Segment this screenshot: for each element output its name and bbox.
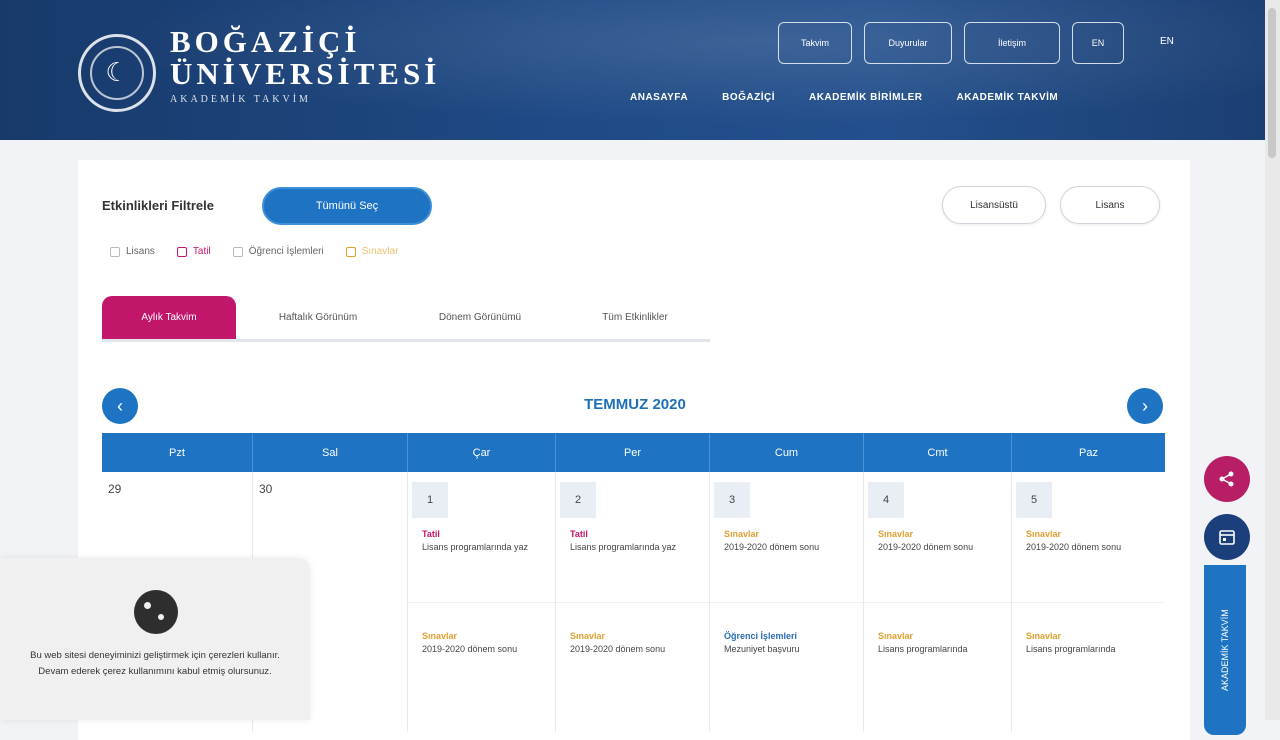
day-number: 3 bbox=[714, 482, 750, 518]
side-calendar-tab[interactable]: AKADEMİK TAKVİM bbox=[1204, 565, 1246, 735]
calendar-day[interactable]: 2 Tatil Lisans programlarında yaz Sınavl… bbox=[556, 472, 710, 732]
nav-item-home[interactable]: ANASAYFA bbox=[630, 92, 688, 103]
tab-weekly[interactable]: Haftalık Görünüm bbox=[236, 296, 400, 339]
weekday-mon: Pzt bbox=[102, 433, 253, 472]
filter-label: Etkinlikleri Filtrele bbox=[102, 198, 214, 213]
category-checkboxes: Lisans Tatil Öğrenci İşlemleri Sınavlar bbox=[110, 246, 398, 257]
top-button-4[interactable]: EN bbox=[1072, 22, 1124, 64]
checkbox-tatil[interactable]: Tatil bbox=[176, 246, 211, 257]
cookie-consent-text: Bu web sitesi deneyiminizi geliştirmek i… bbox=[30, 650, 280, 677]
calendar-event[interactable]: Sınavlar 2019-2020 dönem sonu bbox=[570, 630, 698, 656]
calendar-day[interactable]: 1 Tatil Lisans programlarında yaz Sınavl… bbox=[408, 472, 556, 732]
logo-line-3: AKADEMİK TAKVİM bbox=[170, 94, 311, 105]
weekday-sun: Paz bbox=[1079, 446, 1098, 459]
day-number: 4 bbox=[868, 482, 904, 518]
top-button-2[interactable]: Duyurular bbox=[864, 22, 952, 64]
logo-line-2: ÜNİVERSİTESİ bbox=[170, 56, 441, 91]
weekday-sat: Cmt bbox=[864, 433, 1012, 472]
weekday-wed: Çar bbox=[408, 433, 556, 472]
calendar-event[interactable]: Öğrenci İşlemleri Mezuniyet başvuru bbox=[724, 630, 852, 656]
scrollbar-thumb[interactable] bbox=[1268, 8, 1276, 158]
calendar-event[interactable]: Sınavlar Lisans programlarında bbox=[1026, 630, 1154, 656]
calendar-icon bbox=[1219, 530, 1235, 545]
site-logo[interactable]: BOĞAZİÇİ ÜNİVERSİTESİ AKADEMİK TAKVİM bbox=[170, 24, 441, 106]
tab-all-events[interactable]: Tüm Etkinlikler bbox=[560, 296, 710, 339]
share-icon bbox=[1219, 471, 1234, 487]
nav-item-units[interactable]: AKADEMİK BİRİMLER bbox=[809, 92, 923, 103]
month-title: TEMMUZ 2020 bbox=[584, 396, 686, 413]
share-button[interactable] bbox=[1204, 456, 1250, 502]
next-month-button[interactable]: › bbox=[1127, 388, 1163, 424]
weekday-fri: Cum bbox=[710, 433, 864, 472]
main-navigation: ANASAYFA BOĞAZİÇİ AKADEMİK BİRİMLER AKAD… bbox=[630, 92, 1058, 103]
weekday-tue: Sal bbox=[253, 433, 408, 472]
day-number: 5 bbox=[1016, 482, 1052, 518]
nav-item-calendar[interactable]: AKADEMİK TAKVİM bbox=[956, 92, 1058, 103]
nav-item-bogazici[interactable]: BOĞAZİÇİ bbox=[722, 92, 775, 103]
language-switch[interactable]: EN bbox=[1160, 36, 1174, 47]
day-number: 29 bbox=[108, 482, 122, 496]
calendar-event[interactable]: Tatil Lisans programlarında yaz bbox=[570, 528, 698, 554]
chevron-left-icon: ‹ bbox=[117, 395, 123, 416]
weekday-thu: Per bbox=[556, 433, 710, 472]
calendar-day[interactable]: 4 Sınavlar 2019-2020 dönem sonu Sınavlar… bbox=[864, 472, 1012, 732]
calendar-event[interactable]: Sınavlar 2019-2020 dönem sonu bbox=[878, 528, 1006, 554]
calendar-event[interactable]: Sınavlar 2019-2020 dönem sonu bbox=[422, 630, 550, 656]
header-top-buttons: Takvim Duyurular İletişim EN bbox=[778, 22, 1124, 64]
checkbox-ogrenci[interactable]: Öğrenci İşlemleri bbox=[232, 246, 324, 257]
view-tabs: Aylık Takvim Haftalık Görünüm Dönem Görü… bbox=[102, 296, 710, 342]
select-all-button[interactable]: Tümünü Seç bbox=[262, 187, 432, 225]
filter-pill-undergraduate[interactable]: Lisans bbox=[1060, 186, 1160, 224]
university-seal-icon[interactable]: ☾ bbox=[78, 34, 156, 112]
calendar-event[interactable]: Sınavlar Lisans programlarında bbox=[878, 630, 1006, 656]
cookie-icon bbox=[134, 590, 178, 634]
top-button-3[interactable]: İletişim bbox=[964, 22, 1060, 64]
calendar-event[interactable]: Sınavlar 2019-2020 dönem sonu bbox=[724, 528, 852, 554]
chevron-right-icon: › bbox=[1142, 395, 1148, 416]
checkbox-sinavlar[interactable]: Sınavlar bbox=[345, 246, 398, 257]
day-number: 30 bbox=[259, 482, 273, 496]
prev-month-button[interactable]: ‹ bbox=[102, 388, 138, 424]
filter-pill-graduate[interactable]: Lisansüstü bbox=[942, 186, 1046, 224]
weekday-header: Pzt Sal Çar Per Cum Cmt Paz bbox=[102, 433, 1165, 472]
calendar-button[interactable] bbox=[1204, 514, 1250, 560]
checkbox-lisans[interactable]: Lisans bbox=[110, 246, 155, 257]
day-number: 2 bbox=[560, 482, 596, 518]
day-number: 1 bbox=[412, 482, 448, 518]
top-button-1[interactable]: Takvim bbox=[778, 22, 852, 64]
calendar-event[interactable]: Tatil Lisans programlarında yaz bbox=[422, 528, 550, 554]
logo-line-1: BOĞAZİÇİ bbox=[170, 24, 361, 59]
tab-monthly[interactable]: Aylık Takvim bbox=[102, 296, 236, 339]
cookie-consent-panel bbox=[0, 558, 310, 720]
tab-semester[interactable]: Dönem Görünümü bbox=[400, 296, 560, 339]
calendar-day[interactable]: 3 Sınavlar 2019-2020 dönem sonu Öğrenci … bbox=[710, 472, 864, 732]
calendar-day[interactable]: 5 Sınavlar 2019-2020 dönem sonu Sınavlar… bbox=[1012, 472, 1165, 732]
calendar-event[interactable]: Sınavlar 2019-2020 dönem sonu bbox=[1026, 528, 1154, 554]
